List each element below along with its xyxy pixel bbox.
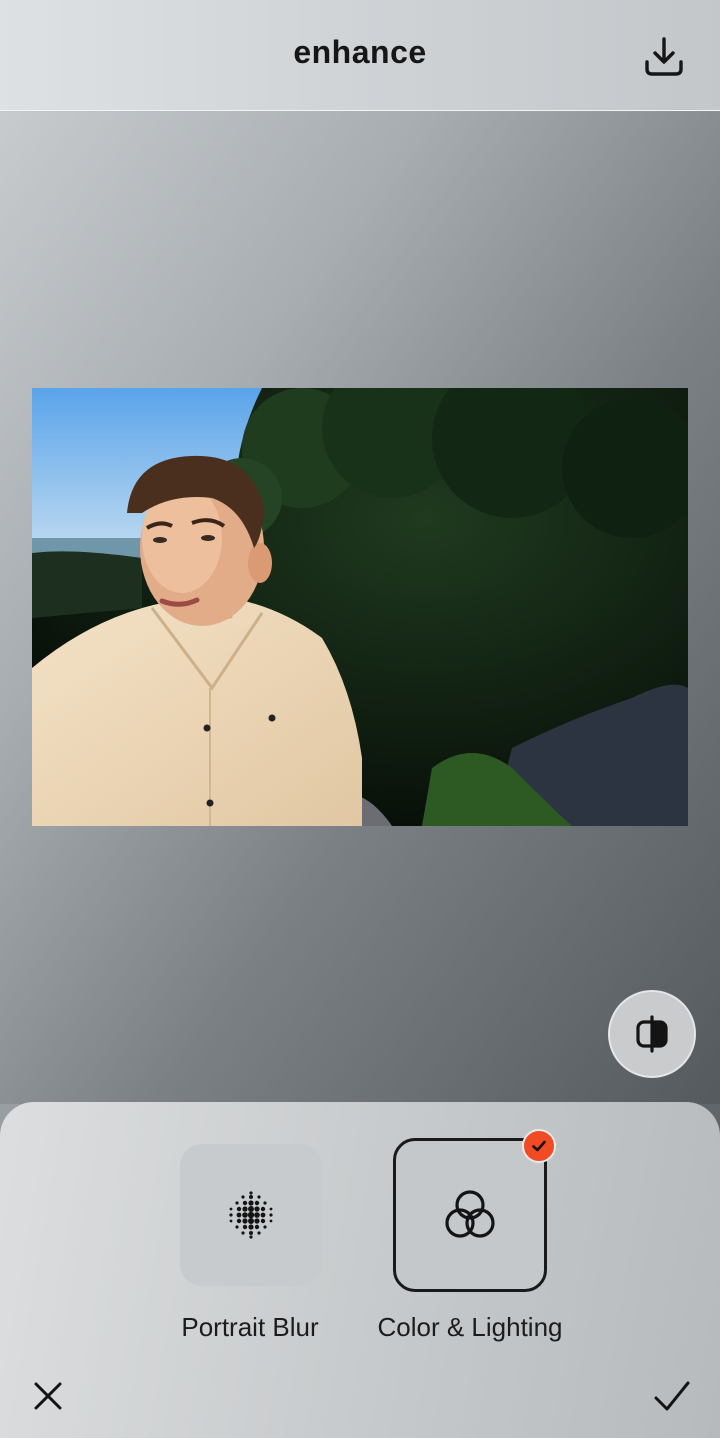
compare-button[interactable] bbox=[608, 990, 696, 1078]
dot-grid-icon bbox=[229, 1191, 273, 1239]
confirm-button[interactable] bbox=[650, 1374, 694, 1418]
compare-split-icon bbox=[636, 1015, 668, 1053]
top-bar: enhance bbox=[0, 0, 720, 111]
tool-color-lighting[interactable] bbox=[393, 1138, 547, 1292]
selected-badge bbox=[522, 1129, 556, 1163]
check-icon bbox=[654, 1381, 690, 1411]
download-button[interactable] bbox=[636, 30, 692, 82]
close-icon bbox=[34, 1382, 62, 1410]
cancel-button[interactable] bbox=[26, 1374, 70, 1418]
tool-label-color-lighting: Color & Lighting bbox=[377, 1312, 563, 1342]
tools-panel: Portrait Blur Color & Lighting bbox=[0, 1102, 720, 1438]
download-icon bbox=[645, 37, 683, 76]
page-title: enhance bbox=[293, 34, 427, 70]
tool-portrait-blur[interactable] bbox=[180, 1144, 322, 1286]
photo-preview bbox=[32, 388, 688, 826]
check-icon bbox=[532, 1140, 546, 1152]
interlocking-rings-icon bbox=[445, 1190, 495, 1238]
tool-label-portrait-blur: Portrait Blur bbox=[181, 1312, 319, 1342]
